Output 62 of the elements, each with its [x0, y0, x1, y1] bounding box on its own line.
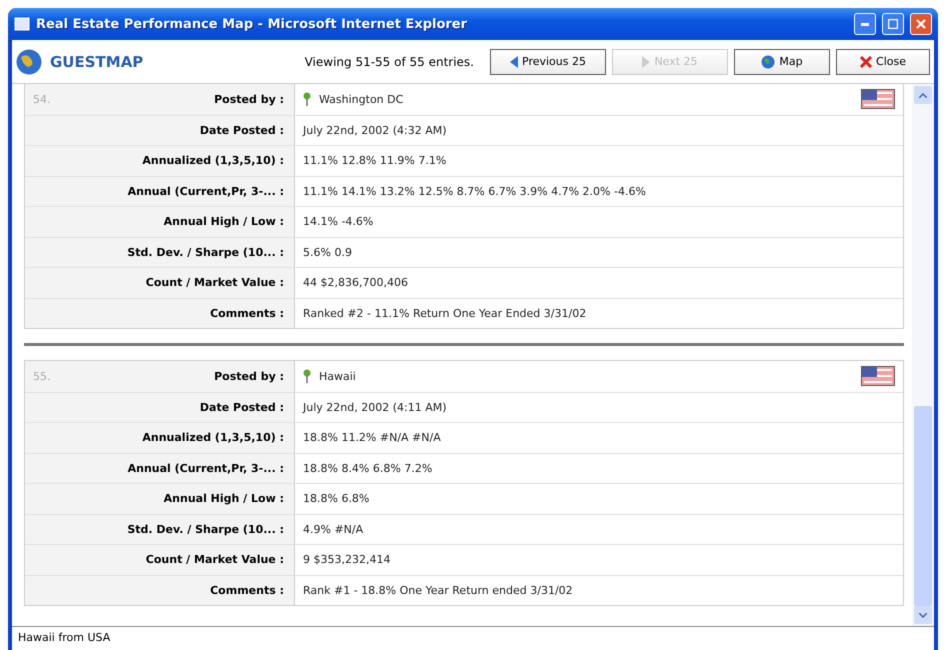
field-label: Comments : — [210, 584, 284, 597]
pin-icon — [303, 369, 311, 384]
entry-number: 54. — [33, 92, 50, 106]
close-icon — [860, 56, 872, 68]
minimize-icon — [861, 22, 869, 26]
field-value: 18.8% 11.2% #N/A #N/A — [303, 431, 441, 444]
scroll-down-button[interactable] — [914, 606, 932, 624]
field-value: 44 $2,836,700,406 — [303, 276, 408, 290]
field-value: 14.1% -4.6% — [303, 215, 374, 228]
status-bar: Hawaii from USA — [12, 626, 934, 650]
field-label: Posted by : — [214, 92, 284, 106]
previous-button[interactable]: Previous 25 — [490, 48, 606, 74]
field-label: Annual High / Low : — [164, 215, 284, 228]
field-label: Annualized (1,3,5,10) : — [142, 154, 284, 168]
pin-icon — [303, 92, 311, 106]
field-label: Comments : — [210, 306, 284, 320]
scroll-up-button[interactable] — [914, 86, 932, 104]
flag-icon — [861, 366, 895, 386]
field-value: July 22nd, 2002 (4:32 AM) — [303, 124, 447, 137]
close-button[interactable] — [910, 13, 932, 35]
field-value: July 22nd, 2002 (4:11 AM) — [303, 400, 447, 414]
left-triangle-icon — [510, 56, 518, 68]
field-value: 18.8% 6.8% — [303, 492, 370, 506]
field-label: Count / Market Value : — [146, 276, 284, 290]
close-button[interactable]: Close — [836, 48, 930, 74]
field-label: Posted by : — [214, 370, 284, 383]
entry-number: 55. — [33, 370, 50, 383]
field-value: 4.9% #N/A — [303, 522, 364, 536]
field-value: Rank #1 - 18.8% One Year Return ended 3/31/02 — [303, 584, 573, 597]
field-value: 18.8% 8.4% 6.8% 7.2% — [303, 462, 432, 475]
up-chevron-icon — [919, 92, 927, 98]
field-label: Std. Dev. / Sharpe (10... : — [127, 246, 284, 259]
scrollbar[interactable] — [912, 84, 934, 626]
field-value: 11.1% 14.1% 13.2% 12.5% 8.7% 6.7% 3.9% 4.7% 2.0% -4.6% — [303, 184, 646, 198]
field-label: Std. Dev. / Sharpe (10... : — [127, 522, 284, 536]
maximize-button[interactable] — [882, 13, 904, 35]
field-value: Hawaii — [319, 370, 356, 383]
field-label: Annual (Current,Pr, 3-... : — [128, 184, 284, 198]
field-label: Annual High / Low : — [164, 492, 284, 506]
field-label: Annual (Current,Pr, 3-... : — [128, 462, 284, 475]
window-title: Real Estate Performance Map - Microsoft Internet Explorer — [36, 16, 468, 32]
field-value: Washington DC — [319, 92, 404, 106]
field-label: Count / Market Value : — [146, 553, 284, 566]
logo-text: GUESTMAP — [50, 52, 144, 70]
close-icon — [916, 19, 926, 29]
globe-icon — [761, 54, 776, 68]
flag-icon — [861, 89, 895, 110]
field-label: Annualized (1,3,5,10) : — [142, 431, 284, 444]
right-triangle-icon — [642, 56, 650, 68]
field-value: 11.1% 12.8% 11.9% 7.1% — [303, 154, 446, 168]
globe-icon — [16, 48, 42, 74]
field-value: 9 $353,232,414 — [303, 553, 390, 566]
maximize-icon — [888, 19, 898, 29]
field-value: Ranked #2 - 11.1% Return One Year Ended 3/31/02 — [303, 306, 586, 320]
field-label: Date Posted : — [200, 400, 284, 414]
entries-count: Viewing 51-55 of 55 entries. — [304, 54, 474, 68]
field-label: Date Posted : — [200, 124, 284, 137]
down-chevron-icon — [919, 612, 927, 618]
scrollbar-thumb[interactable] — [914, 406, 932, 606]
map-button[interactable]: Map — [734, 48, 830, 74]
minimize-button[interactable] — [854, 13, 876, 35]
field-value: 5.6% 0.9 — [303, 246, 352, 259]
